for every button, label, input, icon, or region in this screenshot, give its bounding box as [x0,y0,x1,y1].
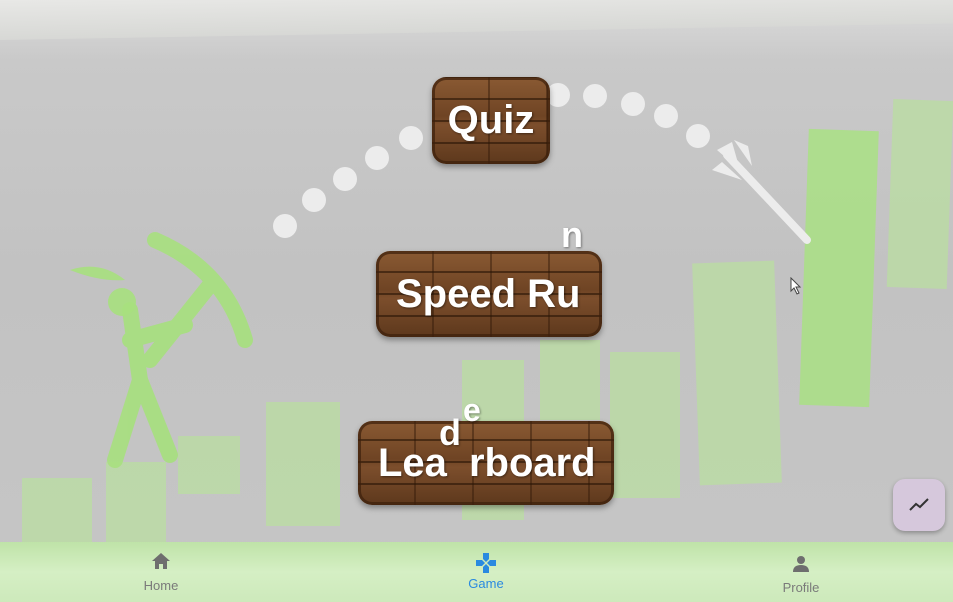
trajectory-dot [333,167,357,191]
leaderboard-stray-letter-d: d [439,412,461,453]
quiz-button-label: Quiz [447,98,535,142]
trajectory-dot [654,104,678,128]
arrow-illustration [712,140,811,244]
quiz-button[interactable]: Quiz [432,77,550,164]
nav-label-home: Home [143,578,179,593]
nav-label-profile: Profile [782,580,820,595]
background-bar [266,402,340,526]
nav-label-game: Game [468,576,504,591]
trajectory-dot [686,124,710,148]
background-bar [886,99,953,289]
background-bar [106,462,166,544]
home-icon [152,553,170,569]
speed-run-button-label: Speed Ru [396,271,581,316]
background-bar [22,478,92,544]
game-screen: Quiz Speed Ru n Lea rboard d e Home Game… [0,0,953,602]
trending-icon [909,498,929,511]
leaderboard-label-part1: Lea [378,440,447,485]
trajectory-dot [302,188,326,212]
trajectory-dot [365,146,389,170]
screen-top-edge [0,0,953,40]
trajectory-dot [399,126,423,150]
speed-run-button[interactable]: Speed Ru [376,251,602,337]
leaderboard-button[interactable]: Lea rboard [358,421,614,505]
nav-item-home[interactable]: Home [101,542,221,602]
stick-figure-illustration [70,232,253,468]
background-bar [540,340,600,420]
speed-run-stray-letter: n [561,214,583,255]
leaderboard-label-part2: rboard [468,440,596,485]
gamepad-icon [476,553,496,573]
trajectory-dot [621,92,645,116]
nav-item-profile[interactable]: Profile [741,542,861,602]
leaderboard-stray-letter-e: e [463,392,481,428]
trajectory-dot [583,84,607,108]
background-bar [692,260,782,486]
nav-item-game[interactable]: Game [426,542,546,602]
stats-fab-button[interactable] [893,479,945,531]
person-icon [793,556,809,572]
trajectory-dot [273,214,297,238]
mouse-cursor-icon [790,277,802,295]
bottom-navigation-bar: Home Game Profile [0,542,953,602]
background-bar [610,352,680,498]
